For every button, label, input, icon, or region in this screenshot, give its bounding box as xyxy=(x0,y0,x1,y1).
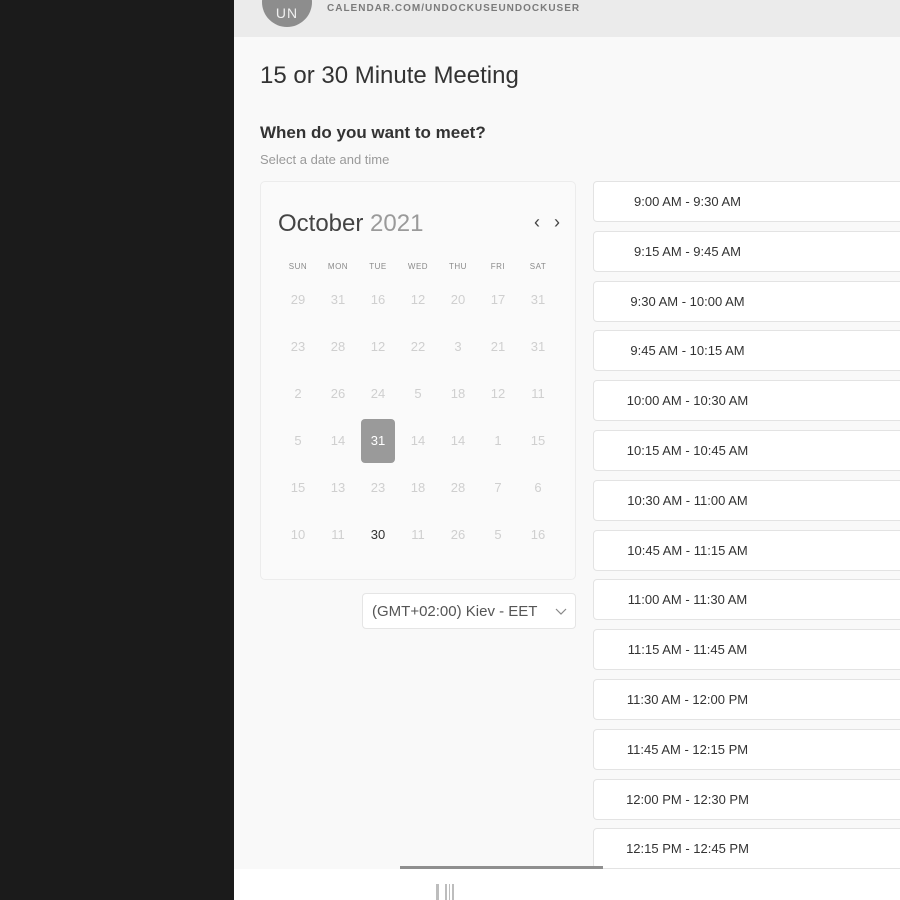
time-slot-label: 9:00 AM - 9:30 AM xyxy=(634,194,741,209)
time-slot-button[interactable]: 11:15 AM - 11:45 AM xyxy=(593,629,900,671)
weekday-header: SUN MON TUE WED THU FRI SAT xyxy=(278,262,558,274)
day-cell-disabled: 17 xyxy=(490,292,506,307)
day-cell-disabled: 28 xyxy=(450,480,466,495)
day-cell-disabled: 29 xyxy=(290,292,306,307)
day-cell-disabled: 14 xyxy=(330,433,346,448)
time-slot-label: 9:15 AM - 9:45 AM xyxy=(634,243,741,259)
page-title: 15 or 30 Minute Meeting xyxy=(260,62,519,89)
timezone-select[interactable]: (GMT+02:00) Kiev - EET xyxy=(362,593,576,629)
day-cell-disabled: 5 xyxy=(414,386,422,401)
day-cell-disabled: 1 xyxy=(494,433,502,448)
chevron-down-icon xyxy=(555,608,567,615)
time-slot-label: 9:30 AM - 10:00 AM xyxy=(630,293,745,309)
day-cell-available[interactable]: 30 xyxy=(361,513,395,557)
weekday-label: SUN xyxy=(288,262,308,271)
footer-logo-icon xyxy=(436,884,486,900)
day-cell-disabled: 10 xyxy=(290,527,306,542)
time-slot-button[interactable]: 11:45 AM - 12:15 PM xyxy=(593,728,900,770)
weekday-label: SAT xyxy=(529,262,547,271)
day-cell-disabled: 12 xyxy=(490,386,506,401)
day-cell-selected[interactable]: 31 xyxy=(361,419,395,463)
profile-url: CALENDAR.COM/UNDOCKUSEUNDOCKUSER xyxy=(327,3,581,14)
day-cell-disabled: 16 xyxy=(530,527,546,542)
weekday-label: MON xyxy=(327,262,349,271)
day-cell-disabled: 22 xyxy=(410,339,426,354)
date-picker: October 2021 ‹ › SUN MON TUE WED THU FRI SAT 2… xyxy=(260,181,576,580)
day-cell-disabled: 20 xyxy=(450,292,466,307)
time-slot-label: 10:00 AM - 10:30 AM xyxy=(626,393,749,409)
time-slot-label: 10:30 AM - 11:00 AM xyxy=(627,492,748,508)
time-slot-button[interactable]: 10:45 AM - 11:15 AM xyxy=(593,529,900,571)
next-month-button[interactable]: › xyxy=(549,210,565,234)
weekday-label: THU xyxy=(449,262,467,271)
section-hint: Select a date and time xyxy=(260,152,390,167)
weekday-label: FRI xyxy=(490,262,506,271)
time-slot-label: 11:45 AM - 12:15 PM xyxy=(626,741,749,757)
month-label: October xyxy=(278,210,364,237)
time-slot-button[interactable]: 9:45 AM - 10:15 AM xyxy=(593,330,900,372)
day-cell-disabled: 26 xyxy=(450,527,466,542)
time-slot-label: 11:15 AM - 11:45 AM xyxy=(627,642,748,658)
profile-header: UN CALENDAR.COM/UNDOCKUSEUNDOCKUSER xyxy=(234,0,900,37)
day-cell-disabled: 28 xyxy=(330,339,346,354)
time-slot-label: 10:15 AM - 10:45 AM xyxy=(626,443,749,458)
time-slot-label: 11:30 AM - 12:00 PM xyxy=(626,692,749,707)
day-cell-disabled: 14 xyxy=(450,433,466,448)
day-cell-disabled: 23 xyxy=(370,480,386,495)
day-cell-disabled: 15 xyxy=(290,480,306,495)
avatar: UN xyxy=(262,0,312,27)
day-cell-disabled: 16 xyxy=(370,292,386,307)
day-cell-disabled: 3 xyxy=(454,339,462,354)
day-cell-disabled: 15 xyxy=(530,433,546,448)
day-cell-disabled: 5 xyxy=(494,527,502,542)
time-slot-button[interactable]: 10:30 AM - 11:00 AM xyxy=(593,479,900,521)
time-slot-button[interactable]: 12:15 PM - 12:45 PM xyxy=(593,828,900,870)
day-cell-disabled: 21 xyxy=(490,339,506,354)
day-cell-disabled: 31 xyxy=(530,292,546,307)
weekday-label: TUE xyxy=(369,262,387,271)
day-cell-disabled: 13 xyxy=(330,480,346,495)
section-heading: When do you want to meet? xyxy=(260,123,486,142)
time-slot-label: 12:15 PM - 12:45 PM xyxy=(626,841,749,857)
time-slot-button[interactable]: 10:00 AM - 10:30 AM xyxy=(593,380,900,422)
weekday-label: WED xyxy=(407,262,429,271)
previous-month-button[interactable]: ‹ xyxy=(529,210,545,234)
time-slot-label: 9:45 AM - 10:15 AM xyxy=(630,343,745,359)
day-cell-disabled: 11 xyxy=(331,527,345,542)
day-cell-disabled: 26 xyxy=(330,386,346,401)
time-slot-button[interactable]: 9:15 AM - 9:45 AM xyxy=(593,230,900,272)
time-slot-button[interactable]: 11:00 AM - 11:30 AM xyxy=(593,579,900,621)
day-cell-disabled: 7 xyxy=(494,480,502,495)
booking-page: UN CALENDAR.COM/UNDOCKUSEUNDOCKUSER 15 o… xyxy=(234,0,900,900)
day-cell-disabled: 5 xyxy=(294,433,302,448)
day-cell-disabled: 24 xyxy=(370,386,386,401)
time-slot-button[interactable]: 9:00 AM - 9:30 AM xyxy=(593,181,900,222)
time-slot-label: 10:45 AM - 11:15 AM xyxy=(627,542,748,558)
day-cell-disabled: 6 xyxy=(534,480,542,495)
time-slot-button[interactable]: 10:15 AM - 10:45 AM xyxy=(593,430,900,471)
year-label: 2021 xyxy=(370,210,424,237)
footer xyxy=(234,869,900,900)
day-cell-disabled: 18 xyxy=(410,480,426,495)
time-slot-label: 11:00 AM - 11:30 AM xyxy=(627,592,748,608)
timezone-label: (GMT+02:00) Kiev - EET xyxy=(372,603,538,620)
day-cell-disabled: 12 xyxy=(370,339,386,354)
day-cell-disabled: 31 xyxy=(330,292,346,307)
day-cell-disabled: 11 xyxy=(531,386,545,401)
day-cell-disabled: 31 xyxy=(530,339,546,354)
time-slot-button[interactable]: 12:00 PM - 12:30 PM xyxy=(593,778,900,820)
day-cell-disabled: 12 xyxy=(410,292,426,307)
time-slot-button[interactable]: 9:30 AM - 10:00 AM xyxy=(593,280,900,322)
time-slot-label: 12:00 PM - 12:30 PM xyxy=(626,791,749,807)
time-slot-button[interactable]: 11:30 AM - 12:00 PM xyxy=(593,679,900,720)
day-cell-disabled: 11 xyxy=(411,527,425,542)
day-cell-disabled: 14 xyxy=(410,433,426,448)
month-year-label: October 2021 xyxy=(278,210,423,238)
day-cell-disabled: 23 xyxy=(290,339,306,354)
day-cell-disabled: 18 xyxy=(450,386,466,401)
day-cell-disabled: 2 xyxy=(294,386,302,401)
